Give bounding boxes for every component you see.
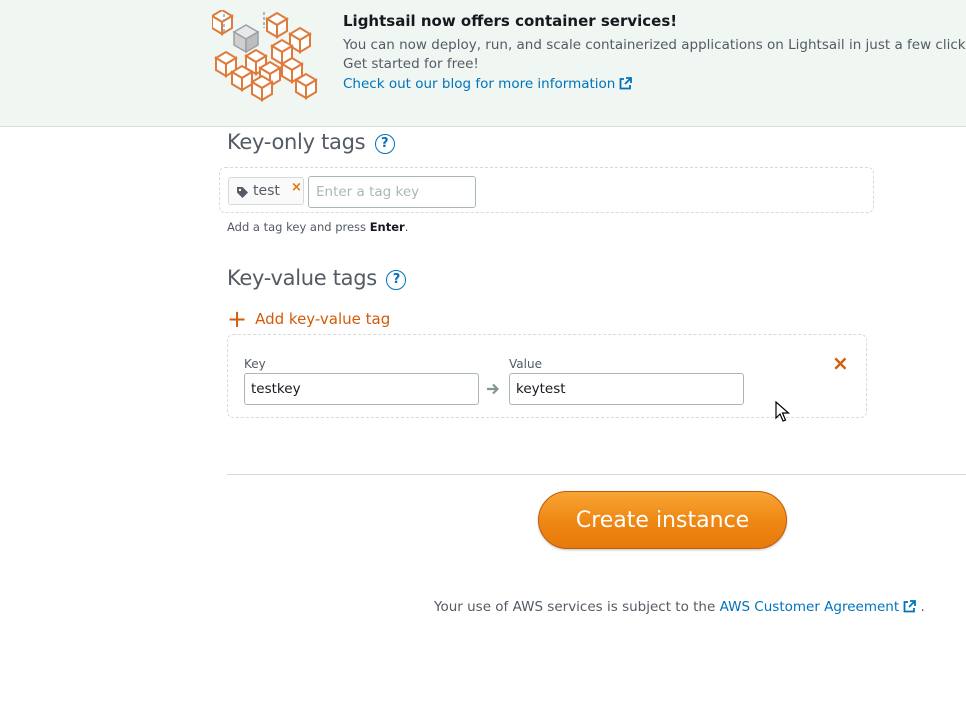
section-divider (227, 474, 966, 475)
key-value-tag-row: Key Value × (227, 334, 867, 418)
arrow-right-icon (487, 383, 500, 395)
blog-link-text[interactable]: Check out our blog for more information (343, 76, 615, 92)
tag-value-field[interactable] (509, 373, 744, 405)
tag-key-field[interactable] (244, 373, 479, 405)
announcement-banner: Lightsail now offers container services!… (0, 0, 966, 127)
remove-key-value-tag-icon[interactable]: × (832, 351, 849, 375)
blog-link[interactable]: Check out our blog for more information (343, 76, 633, 92)
hint-key: Enter (369, 220, 405, 234)
external-link-icon (903, 600, 917, 613)
key-only-tags-title: Key-only tags (227, 130, 366, 154)
key-label: Key (244, 357, 266, 371)
key-value-tags-title: Key-value tags (227, 266, 377, 290)
add-key-value-tag-button[interactable]: + Add key-value tag (227, 305, 390, 333)
remove-tag-icon[interactable]: × (291, 180, 302, 195)
help-icon[interactable]: ? (386, 270, 407, 290)
footer-agreement: Your use of AWS services is subject to t… (434, 599, 925, 615)
tag-icon (237, 187, 248, 198)
create-instance-button[interactable]: Create instance (538, 491, 787, 549)
add-key-value-tag-label[interactable]: Add key-value tag (255, 310, 390, 328)
key-value-tags-heading: Key-value tags ? (227, 266, 407, 290)
footer-suffix: . (920, 599, 925, 615)
aws-customer-agreement-text[interactable]: AWS Customer Agreement (720, 599, 900, 615)
tag-chip: test × (228, 177, 304, 205)
footer-prefix: Your use of AWS services is subject to t… (434, 599, 716, 615)
tag-key-hint: Add a tag key and press Enter. (227, 220, 408, 234)
tag-label: test (253, 183, 280, 199)
key-only-tags-heading: Key-only tags ? (227, 130, 395, 154)
aws-customer-agreement-link[interactable]: AWS Customer Agreement (720, 599, 917, 615)
mouse-cursor-icon (775, 401, 791, 422)
value-label: Value (509, 357, 542, 371)
key-only-tags-container: test × (219, 167, 874, 213)
containers-cube-cluster-icon (212, 10, 317, 101)
banner-title: Lightsail now offers container services! (343, 12, 678, 30)
help-icon[interactable]: ? (374, 134, 395, 154)
tag-key-input[interactable] (308, 176, 476, 208)
plus-icon: + (227, 305, 248, 333)
hint-prefix: Add a tag key and press (227, 220, 370, 234)
banner-body: You can now deploy, run, and scale conta… (343, 37, 966, 72)
hint-suffix: . (404, 220, 409, 234)
external-link-icon (619, 77, 633, 90)
